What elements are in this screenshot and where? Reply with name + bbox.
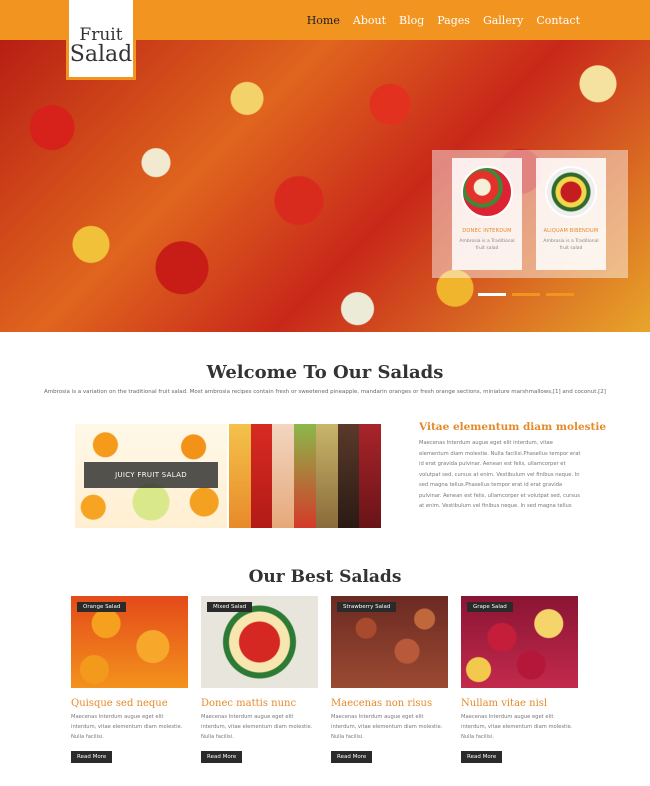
- nav-pages[interactable]: Pages: [437, 14, 470, 27]
- salad-image[interactable]: Strawberry Salad: [331, 596, 448, 688]
- nav-gallery[interactable]: Gallery: [483, 14, 523, 27]
- nav-blog[interactable]: Blog: [399, 14, 424, 27]
- hero-card-title: ALIQUAM BIBENDUM: [543, 228, 599, 234]
- read-more-button[interactable]: Read More: [201, 751, 243, 763]
- nav-home[interactable]: Home: [307, 14, 340, 27]
- best-salads-title: Our Best Salads: [248, 567, 402, 587]
- hero-card[interactable]: DONEC INTERDUM Ambrosia is a Traditional…: [452, 158, 522, 270]
- site-logo[interactable]: Fruit Salad: [66, 0, 136, 80]
- read-more-button[interactable]: Read More: [71, 751, 113, 763]
- welcome-text: Ambrosia is a variation on the tradition…: [44, 389, 606, 395]
- salad-image[interactable]: Mixed Salad: [201, 596, 318, 688]
- salad-tag: Grape Salad: [467, 602, 513, 612]
- salad-desc: Maecenas Interdum augue eget elit interd…: [331, 714, 443, 740]
- hero-card-panel: DONEC INTERDUM Ambrosia is a Traditional…: [432, 150, 628, 278]
- salad-title[interactable]: Nullam vitae nisl: [461, 698, 578, 709]
- salad-image[interactable]: Orange Salad: [71, 596, 188, 688]
- welcome-title: Welcome To Our Salads: [206, 362, 444, 383]
- salad-title[interactable]: Quisque sed neque: [71, 698, 188, 709]
- salad-tag: Mixed Salad: [207, 602, 253, 612]
- slider-dot[interactable]: [546, 293, 574, 296]
- hero-card-image: [461, 166, 513, 218]
- hero-card-image: [545, 166, 597, 218]
- salad-desc: Maecenas Interdum augue eget elit interd…: [201, 714, 313, 740]
- feature-text: Maecenas Interdum augue eget elit interd…: [419, 440, 581, 509]
- hero-card[interactable]: ALIQUAM BIBENDUM Ambrosia is a Tradition…: [536, 158, 606, 270]
- fruit-strips-image: [229, 424, 382, 528]
- slider-dot[interactable]: [512, 293, 540, 296]
- salad-tag: Strawberry Salad: [337, 602, 397, 612]
- hero-slider: DONEC INTERDUM Ambrosia is a Traditional…: [0, 40, 650, 332]
- nav-about[interactable]: About: [353, 14, 386, 27]
- image-label: JUICY FRUIT SALAD: [84, 462, 218, 488]
- hero-card-desc: Ambrosia is a Traditional fruit salad: [543, 239, 599, 251]
- salad-desc: Maecenas Interdum augue eget elit interd…: [461, 714, 573, 740]
- read-more-button[interactable]: Read More: [331, 751, 373, 763]
- hero-card-title: DONEC INTERDUM: [462, 228, 512, 234]
- salad-card: Grape Salad Nullam vitae nisl Maecenas I…: [461, 596, 578, 763]
- feature-heading: Vitae elementum diam molestie: [419, 421, 607, 433]
- salad-card: Strawberry Salad Maecenas non risus Maec…: [331, 596, 448, 763]
- salad-desc: Maecenas Interdum augue eget elit interd…: [71, 714, 183, 740]
- juice-image: JUICY FRUIT SALAD: [75, 424, 227, 528]
- logo-line2: Salad: [69, 42, 133, 67]
- hero-card-desc: Ambrosia is a Traditional fruit salad: [459, 239, 515, 251]
- salad-card: Mixed Salad Donec mattis nunc Maecenas I…: [201, 596, 318, 763]
- slider-dots: [478, 293, 574, 296]
- salad-card: Orange Salad Quisque sed neque Maecenas …: [71, 596, 188, 763]
- salad-image[interactable]: Grape Salad: [461, 596, 578, 688]
- read-more-button[interactable]: Read More: [461, 751, 503, 763]
- slider-dot[interactable]: [478, 293, 506, 296]
- salad-title[interactable]: Donec mattis nunc: [201, 698, 318, 709]
- main-nav: Home About Blog Pages Gallery Contact: [307, 0, 580, 40]
- nav-contact[interactable]: Contact: [536, 14, 580, 27]
- salad-title[interactable]: Maecenas non risus: [331, 698, 448, 709]
- salad-tag: Orange Salad: [77, 602, 127, 612]
